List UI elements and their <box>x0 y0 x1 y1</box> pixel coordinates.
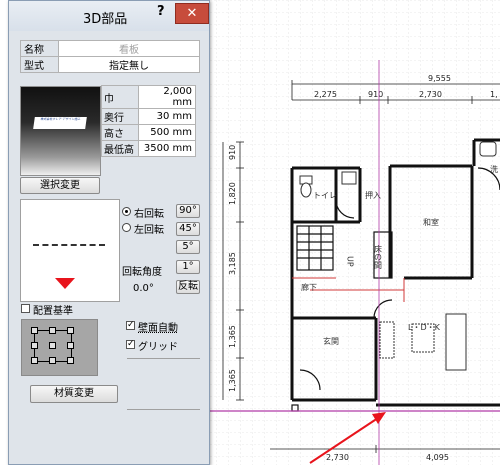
material-change-button[interactable]: 材質変更 <box>30 385 118 403</box>
rotate-right-label: 右回転 <box>134 209 164 220</box>
dimension-table: 巾 2,000 mm 奥行 30 mm 高さ 500 mm 最低高 3500 m… <box>101 85 196 157</box>
room-washitsu: 和室 <box>423 217 439 227</box>
grid <box>200 0 500 465</box>
placement-base-label: 配置基準 <box>33 306 73 317</box>
anchor-center[interactable] <box>49 342 56 349</box>
3d-parts-dialog: 3D部品 ? ✕ 名称 看板 型式 指定無し 株式会社クレア デザイン施工 巾 … <box>8 0 210 465</box>
select-change-button[interactable]: 選択変更 <box>20 177 100 194</box>
angle-45-button[interactable]: 45° <box>176 222 200 236</box>
preview-sign-text: 株式会社クレア デザイン施工 <box>40 117 81 121</box>
dim-top-1: 2,275 <box>314 90 337 99</box>
dim-bottom-1: 2,730 <box>326 453 349 462</box>
anchor-top-right[interactable] <box>67 327 74 334</box>
angle-90-button[interactable]: 90° <box>176 204 200 218</box>
room-entrance: 玄関 <box>323 336 339 346</box>
type-field[interactable]: 指定無し <box>58 56 200 73</box>
depth-label: 奥行 <box>101 108 139 125</box>
width-label: 巾 <box>101 85 139 109</box>
rotate-left-label: 左回転 <box>134 225 164 236</box>
angle-1-button[interactable]: 1° <box>176 260 200 274</box>
dim-total: 9,555 <box>428 74 451 83</box>
rotate-left-radio[interactable] <box>122 223 131 232</box>
room-up: UP <box>346 256 355 267</box>
dim-bottom-2: 4,095 <box>426 453 449 462</box>
flip-button[interactable]: 反転 <box>176 280 200 294</box>
dim-left-1: 910 <box>228 145 237 160</box>
rotation-angle-value: 0.0° <box>133 283 154 294</box>
rotation-angle-label: 回転角度 <box>122 267 162 278</box>
dim-top-4: 1, <box>490 90 498 99</box>
min-height-field[interactable]: 3500 mm <box>138 140 196 157</box>
placement-base-checkbox[interactable] <box>21 304 30 313</box>
anchor-point-selector[interactable] <box>21 319 98 376</box>
room-ldk: L・D・K <box>408 323 441 332</box>
anchor-bottom-right[interactable] <box>67 357 74 364</box>
preview-sign-card: 株式会社クレア デザイン施工 <box>33 117 87 129</box>
divider <box>127 358 200 359</box>
direction-triangle-icon <box>55 278 75 289</box>
height-field[interactable]: 500 mm <box>138 124 196 141</box>
dialog-title-bar[interactable]: 3D部品 ? ✕ <box>9 1 209 31</box>
close-button[interactable]: ✕ <box>175 3 209 24</box>
name-type-table: 名称 看板 型式 指定無し <box>20 40 200 73</box>
angle-5-button[interactable]: 5° <box>176 240 200 254</box>
grid-label: グリッド <box>138 342 178 353</box>
anchor-middle-right[interactable] <box>67 342 74 349</box>
anchor-bottom-left[interactable] <box>31 357 38 364</box>
height-label: 高さ <box>101 124 139 141</box>
dim-left-3: 3,185 <box>228 252 237 275</box>
name-label: 名称 <box>20 40 59 57</box>
anchor-middle-left[interactable] <box>31 342 38 349</box>
grid-checkbox[interactable]: ✓ <box>126 340 135 349</box>
dim-left-2: 1,820 <box>228 182 237 205</box>
room-hallway: 廊下 <box>301 282 317 292</box>
dim-top-2: 910 <box>368 90 383 99</box>
rotate-right-radio[interactable] <box>122 207 131 216</box>
anchor-bottom-center[interactable] <box>49 357 56 364</box>
dialog-title: 3D部品 <box>83 12 128 27</box>
min-height-label: 最低高 <box>101 140 139 157</box>
depth-field[interactable]: 30 mm <box>138 108 196 125</box>
wall-auto-checkbox[interactable]: ✓ <box>126 321 135 330</box>
part-outline <box>33 244 105 246</box>
room-wash: 洗 <box>490 164 498 174</box>
dim-left-5: 1,365 <box>228 369 237 392</box>
rotation-preview <box>20 199 120 302</box>
name-field[interactable]: 看板 <box>58 40 200 57</box>
wall-auto-label: 壁面自動 <box>138 323 178 334</box>
dim-top-3: 2,730 <box>419 90 442 99</box>
room-toilet: トイレ <box>313 191 337 200</box>
anchor-top-left[interactable] <box>31 327 38 334</box>
room-tokonoma: 床の間 <box>374 244 383 270</box>
close-icon: ✕ <box>186 6 198 21</box>
anchor-top-center[interactable] <box>49 327 56 334</box>
divider-2 <box>127 409 200 410</box>
type-label: 型式 <box>20 56 59 73</box>
dim-left-4: 1,365 <box>228 325 237 348</box>
room-closet: 押入 <box>365 190 381 200</box>
width-field[interactable]: 2,000 mm <box>138 85 196 109</box>
help-button[interactable]: ? <box>157 4 165 19</box>
part-preview-image: 株式会社クレア デザイン施工 <box>20 86 101 176</box>
